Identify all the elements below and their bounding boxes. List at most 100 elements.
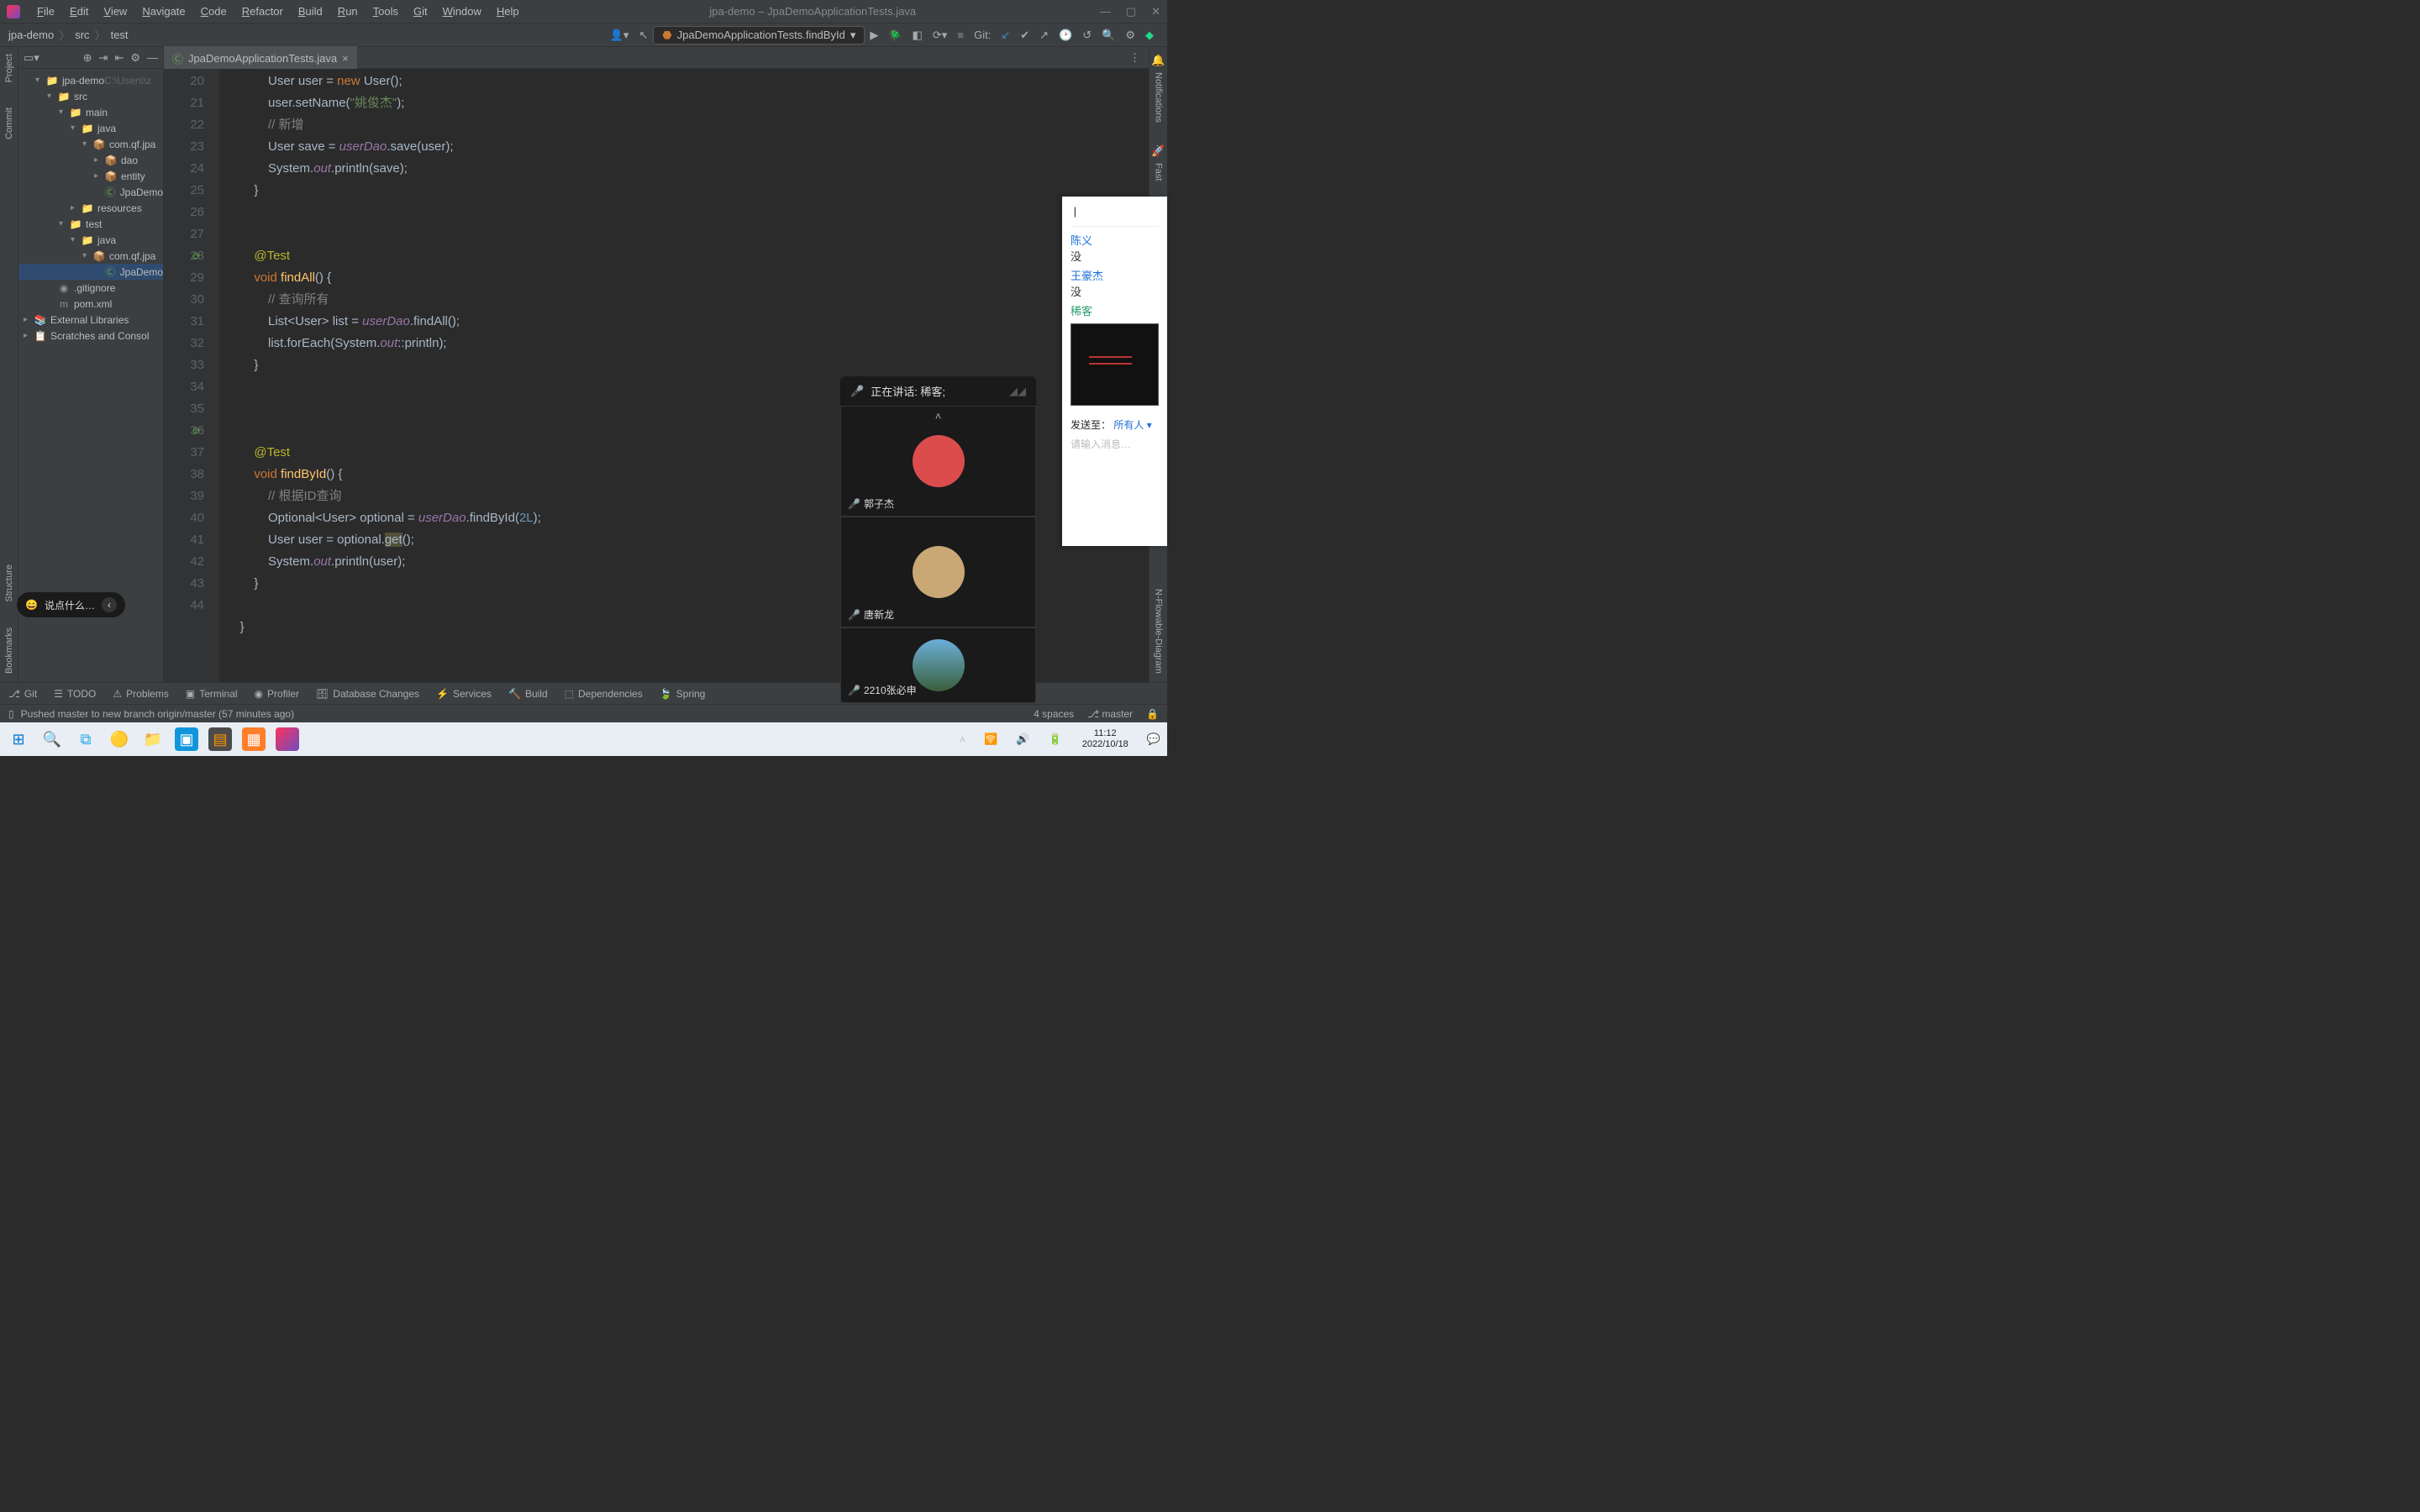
chevron-left-icon[interactable]: ‹ bbox=[102, 597, 117, 612]
git-update-icon[interactable]: ↙ bbox=[1001, 29, 1010, 42]
tree-row[interactable]: ▾📦com.qf.jpa bbox=[18, 136, 163, 152]
tree-row[interactable]: ▾📦com.qf.jpa bbox=[18, 248, 163, 264]
tree-row[interactable]: ▾📁test bbox=[18, 216, 163, 232]
tree-row[interactable]: ▾📁src bbox=[18, 88, 163, 104]
git-push-icon[interactable]: ↗ bbox=[1039, 29, 1049, 42]
collapse-all-icon[interactable]: ⇤ bbox=[114, 51, 124, 65]
chat-image[interactable] bbox=[1071, 323, 1159, 406]
search-icon[interactable]: 🔍 bbox=[1102, 29, 1115, 42]
profile-icon[interactable]: ⟳▾ bbox=[933, 29, 947, 42]
menu-refactor[interactable]: Refactor bbox=[235, 3, 290, 19]
line-gutter[interactable]: 202122232425262728⟳2930313233343536⟳3738… bbox=[164, 69, 219, 682]
chrome-icon[interactable]: 🟡 bbox=[108, 727, 131, 751]
toolwin-profiler[interactable]: ◉Profiler bbox=[255, 688, 300, 700]
status-indent[interactable]: 4 spaces bbox=[1034, 708, 1074, 720]
tab-menu-icon[interactable]: ⋮ bbox=[1121, 51, 1149, 65]
send-to-select[interactable]: 所有人 ▾ bbox=[1113, 419, 1151, 431]
tree-row[interactable]: ▾📁java bbox=[18, 120, 163, 136]
tree-row[interactable]: mpom.xml bbox=[18, 296, 163, 312]
toolwin-terminal[interactable]: ▣Terminal bbox=[186, 688, 238, 700]
tab-structure[interactable]: Structure bbox=[4, 564, 14, 602]
tab-flowable[interactable]: N-Flowable-Diagram bbox=[1154, 589, 1164, 674]
status-lock-icon[interactable]: 🔒 bbox=[1146, 708, 1159, 720]
menu-code[interactable]: Code bbox=[194, 3, 234, 19]
sublime-icon[interactable]: ▤ bbox=[208, 727, 232, 751]
tree-row[interactable]: ▾📁main bbox=[18, 104, 163, 120]
breadcrumb-item[interactable]: src bbox=[75, 29, 89, 41]
tree-row[interactable]: ▸📦entity bbox=[18, 168, 163, 184]
breadcrumb[interactable]: jpa-demo〉src〉test bbox=[8, 27, 129, 43]
tree-row[interactable]: ▾📁jpa-demo C:\Users\z bbox=[18, 72, 163, 88]
expand-all-icon[interactable]: ⇥ bbox=[99, 51, 108, 65]
breadcrumb-item[interactable]: jpa-demo bbox=[8, 29, 54, 41]
toolwin-database-changes[interactable]: 🗄Database Changes bbox=[316, 688, 419, 700]
search-taskbar-icon[interactable]: 🔍 bbox=[40, 727, 64, 751]
run-config-selector[interactable]: ⬣ JpaDemoApplicationTests.findById ▾ bbox=[653, 26, 865, 45]
toolwin-spring[interactable]: 🍃Spring bbox=[660, 688, 706, 700]
git-commit-icon[interactable]: ✔ bbox=[1020, 29, 1029, 42]
git-history-icon[interactable]: 🕑 bbox=[1059, 29, 1072, 42]
debug-icon[interactable]: 🪲 bbox=[888, 29, 902, 42]
maximize-icon[interactable]: ▢ bbox=[1126, 5, 1136, 18]
select-opened-icon[interactable]: ⊕ bbox=[83, 51, 92, 65]
add-user-icon[interactable]: 👤▾ bbox=[610, 29, 629, 42]
floating-bubble[interactable]: 😄 说点什么… ‹ bbox=[17, 592, 125, 617]
toolwin-services[interactable]: ⚡Services bbox=[436, 688, 492, 700]
menu-build[interactable]: Build bbox=[292, 3, 329, 19]
vscode-icon[interactable]: ⧉ bbox=[74, 727, 97, 751]
menu-file[interactable]: File bbox=[30, 3, 61, 19]
tree-row[interactable]: ▾📁java bbox=[18, 232, 163, 248]
editor-tab[interactable]: Ⓒ JpaDemoApplicationTests.java × bbox=[164, 46, 357, 69]
tab-bookmarks[interactable]: Bookmarks bbox=[4, 627, 14, 674]
toolwin-problems[interactable]: ⚠Problems bbox=[113, 688, 168, 700]
minimize-icon[interactable]: — bbox=[1100, 5, 1111, 18]
menu-git[interactable]: Git bbox=[407, 3, 434, 19]
run-icon[interactable]: ▶ bbox=[870, 29, 878, 42]
coverage-icon[interactable]: ◧ bbox=[913, 29, 923, 42]
close-icon[interactable]: ✕ bbox=[1151, 5, 1160, 18]
tree-row[interactable]: ⒸJpaDemo bbox=[18, 264, 163, 280]
toolwin-dependencies[interactable]: ⬚Dependencies bbox=[565, 688, 643, 700]
tree-row[interactable]: ⒸJpaDemo bbox=[18, 184, 163, 200]
jetbrains-icon[interactable]: ◆ bbox=[1145, 29, 1154, 42]
tray-chevron-icon[interactable]: ˄ bbox=[960, 733, 966, 746]
chat-input[interactable]: 请输入消息… bbox=[1071, 437, 1159, 451]
tab-project[interactable]: Project bbox=[4, 54, 14, 82]
status-icon[interactable]: ▯ bbox=[8, 708, 14, 720]
tree-row[interactable]: ▸📦dao bbox=[18, 152, 163, 168]
tree-row[interactable]: ▸📚External Libraries bbox=[18, 312, 163, 328]
taskbar-clock[interactable]: 11:122022/10/18 bbox=[1082, 728, 1128, 750]
menu-window[interactable]: Window bbox=[436, 3, 488, 19]
toolwin-git[interactable]: ⎇Git bbox=[8, 688, 37, 700]
menu-navigate[interactable]: Navigate bbox=[135, 3, 192, 19]
tree-row[interactable]: ▸📁resources bbox=[18, 200, 163, 216]
git-rollback-icon[interactable]: ↺ bbox=[1082, 29, 1092, 42]
tray-battery-icon[interactable]: 🔋 bbox=[1049, 732, 1062, 746]
app2-icon[interactable]: ▦ bbox=[242, 727, 266, 751]
tree-row[interactable]: ◉.gitignore bbox=[18, 280, 163, 296]
explorer-icon[interactable]: 📁 bbox=[141, 727, 165, 751]
fast-icon[interactable]: 🚀 bbox=[1151, 144, 1165, 158]
tab-close-icon[interactable]: × bbox=[342, 52, 349, 65]
tree-row[interactable]: ▸📋Scratches and Consol bbox=[18, 328, 163, 344]
tray-network-icon[interactable]: 🛜 bbox=[984, 732, 997, 746]
stop-icon[interactable]: ■ bbox=[957, 29, 964, 41]
start-icon[interactable]: ⊞ bbox=[7, 727, 30, 751]
voice-call-overlay[interactable]: 🎤 正在讲话: 稀客; ◢◢ ˄ 🎤郭子杰 🎤唐新龙 🎤2210张必申 bbox=[840, 376, 1036, 703]
menu-run[interactable]: Run bbox=[331, 3, 365, 19]
project-tree[interactable]: ▾📁jpa-demo C:\Users\z▾📁src▾📁main▾📁java▾📦… bbox=[18, 69, 163, 682]
status-branch[interactable]: ⎇ master bbox=[1087, 708, 1133, 720]
tab-fast[interactable]: Fast bbox=[1154, 163, 1164, 181]
collapse-icon[interactable]: ˄ bbox=[935, 410, 942, 423]
back-icon[interactable]: ↖ bbox=[639, 29, 648, 42]
project-view-icon[interactable]: ▭▾ bbox=[24, 51, 39, 65]
menu-help[interactable]: Help bbox=[490, 3, 526, 19]
tray-volume-icon[interactable]: 🔊 bbox=[1016, 732, 1029, 746]
tool-settings-icon[interactable]: ⚙ bbox=[130, 51, 140, 65]
intellij-icon[interactable] bbox=[276, 727, 299, 751]
tab-notifications[interactable]: Notifications bbox=[1154, 72, 1164, 123]
menu-view[interactable]: View bbox=[97, 3, 134, 19]
participant-cell[interactable]: 🎤唐新龙 bbox=[840, 517, 1036, 627]
menu-edit[interactable]: Edit bbox=[63, 3, 95, 19]
participant-cell[interactable]: ˄ 🎤郭子杰 bbox=[840, 406, 1036, 517]
